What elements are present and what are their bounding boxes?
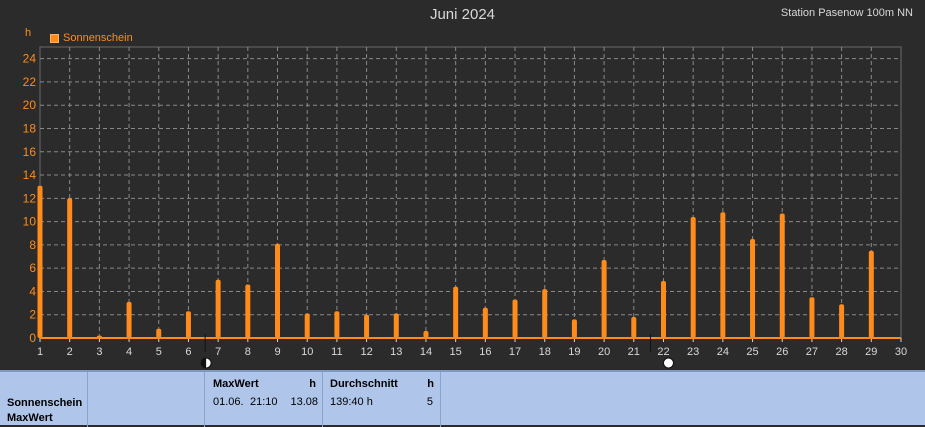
x-tick-label: 25 xyxy=(746,346,758,358)
bar xyxy=(423,331,429,338)
x-tick-label: 26 xyxy=(776,346,788,358)
bar xyxy=(601,260,607,338)
x-tick-label: 11 xyxy=(331,346,342,358)
y-tick-label: 4 xyxy=(29,284,36,298)
x-tick-label: 17 xyxy=(509,346,521,358)
footer-row-labels: Sonnenschein MaxWert xyxy=(0,372,88,427)
bar xyxy=(156,328,162,338)
bar xyxy=(779,213,785,338)
footer-avg-header: Durchschnitt xyxy=(330,378,398,390)
y-tick-label: 20 xyxy=(23,98,37,112)
footer-max-date: 01.06. xyxy=(213,396,244,408)
bar xyxy=(364,314,370,338)
bar xyxy=(750,239,756,338)
footer-max-value: 13.08 xyxy=(290,396,318,408)
x-tick-label: 1 xyxy=(37,346,43,358)
x-tick-label: 23 xyxy=(687,346,699,358)
y-tick-label: 24 xyxy=(23,52,37,66)
moon-shadow xyxy=(201,358,207,368)
footer-avg-column: Durchschnitt h 139:40 h 5 xyxy=(323,372,441,427)
summary-footer: Sonnenschein MaxWert MaxWert h 01.06. 21… xyxy=(0,370,925,427)
bar xyxy=(304,313,310,338)
bar xyxy=(185,311,191,338)
footer-avg-unit: h xyxy=(427,378,434,390)
footer-max-unit: h xyxy=(309,378,316,390)
bar xyxy=(245,284,251,338)
y-tick-label: 12 xyxy=(23,191,37,205)
y-unit-label: h xyxy=(25,27,32,39)
station-label: Station Pasenow 100m NN xyxy=(780,7,913,19)
x-tick-label: 24 xyxy=(717,346,729,358)
x-tick-label: 5 xyxy=(156,346,162,358)
y-tick-label: 18 xyxy=(23,121,37,135)
x-tick-label: 19 xyxy=(568,346,580,358)
x-tick-label: 13 xyxy=(390,346,402,358)
x-tick-label: 29 xyxy=(865,346,877,358)
bar xyxy=(660,280,666,338)
x-tick-label: 4 xyxy=(126,346,132,358)
bar xyxy=(571,319,577,338)
y-tick-label: 14 xyxy=(23,168,37,182)
legend-swatch xyxy=(50,33,59,43)
bar xyxy=(542,289,548,338)
bar xyxy=(37,185,43,338)
bar xyxy=(809,297,815,338)
footer-empty xyxy=(441,372,925,427)
chart-svg: 0246810121416182022241 2 3 4 5 6 7 8 9 10 11 12 13 14… xyxy=(23,46,907,369)
x-tick-label: 8 xyxy=(245,346,251,358)
footer-max-time: 21:10 xyxy=(250,396,278,408)
x-tick-label: 28 xyxy=(835,346,847,358)
x-tick-label: 3 xyxy=(96,346,102,358)
bar xyxy=(126,301,132,338)
bar xyxy=(839,304,845,338)
footer-spacer xyxy=(88,372,205,427)
x-tick-label: 7 xyxy=(215,346,221,358)
y-tick-label: 22 xyxy=(23,75,37,89)
x-tick-label: 6 xyxy=(185,346,191,358)
y-tick-label: 6 xyxy=(29,261,36,275)
bar xyxy=(334,311,340,338)
footer-avg-sum: 139:40 h xyxy=(330,396,373,408)
bar xyxy=(720,212,726,338)
footer-row-label-maxwert: MaxWert xyxy=(7,412,53,424)
bar xyxy=(868,250,874,338)
x-tick-label: 27 xyxy=(806,346,818,358)
footer-avg-value: 5 xyxy=(426,396,433,408)
x-tick-label: 15 xyxy=(450,346,462,358)
x-tick-label: 12 xyxy=(360,346,372,358)
x-tick-label: 10 xyxy=(301,346,313,358)
y-tick-label: 2 xyxy=(29,308,36,322)
bar xyxy=(453,286,459,338)
bar xyxy=(512,299,518,338)
footer-max-column: MaxWert h 01.06. 21:10 13.08 xyxy=(205,372,323,427)
x-tick-label: 22 xyxy=(657,346,669,358)
y-tick-label: 0 xyxy=(29,331,36,345)
bar xyxy=(690,216,696,338)
legend-label: Sonnenschein xyxy=(63,32,133,44)
x-tick-label: 16 xyxy=(479,346,491,358)
x-tick-label: 30 xyxy=(895,346,907,358)
x-tick-label: 2 xyxy=(67,346,73,358)
bar xyxy=(96,335,102,338)
bar xyxy=(215,279,221,338)
legend: Sonnenschein xyxy=(50,32,133,44)
y-tick-label: 8 xyxy=(29,238,36,252)
bar xyxy=(275,243,281,338)
footer-max-header: MaxWert xyxy=(213,378,259,390)
x-tick-label: 18 xyxy=(539,346,551,358)
bar xyxy=(631,317,637,338)
footer-row-label-sonnenschein: Sonnenschein xyxy=(7,397,83,409)
y-tick-label: 16 xyxy=(23,145,37,159)
x-tick-label: 21 xyxy=(628,346,640,358)
y-tick-label: 10 xyxy=(23,215,37,229)
full-moon-icon xyxy=(662,357,674,369)
bar xyxy=(482,307,488,338)
chart-area: 0 2 4 6 8 10 12 14 16 18 20 22 24 1 2 3 4 5 6 7 8 9 10 11 12 13 14… xyxy=(0,0,925,370)
x-tick-label: 20 xyxy=(598,346,610,358)
bar xyxy=(67,198,73,338)
plot-frame xyxy=(39,46,902,339)
x-tick-label: 9 xyxy=(274,346,280,358)
x-tick-label: 14 xyxy=(420,346,432,358)
bar xyxy=(393,313,399,338)
